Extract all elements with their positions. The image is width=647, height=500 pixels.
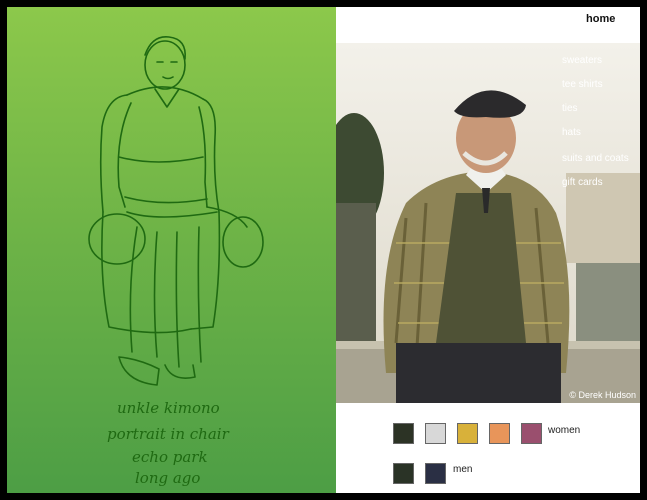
nav-ties-link[interactable]: ties xyxy=(562,103,578,114)
women-swatch-4[interactable] xyxy=(489,423,510,444)
caption-line-3: echo park xyxy=(132,448,208,466)
caption-line-4: long ago xyxy=(135,469,200,487)
women-swatch-3[interactable] xyxy=(457,423,478,444)
model-photo xyxy=(336,43,640,403)
women-swatch-2[interactable] xyxy=(425,423,446,444)
nav-gift-cards-link[interactable]: gift cards xyxy=(562,177,603,188)
women-swatch-1[interactable] xyxy=(393,423,414,444)
women-swatch-5[interactable] xyxy=(521,423,542,444)
nav-shop-link[interactable]: shop xyxy=(562,29,588,41)
caption-line-1: unkle kimono xyxy=(117,399,220,417)
women-label[interactable]: women xyxy=(548,425,580,436)
caption-line-2: portrait in chair xyxy=(107,425,230,443)
nav-tee-shirts-link[interactable]: tee shirts xyxy=(562,79,603,90)
photo-credit: © Derek Hudson xyxy=(569,390,636,400)
men-label[interactable]: men xyxy=(453,464,472,475)
nav-home-link[interactable]: home xyxy=(586,13,615,25)
sketch-panel: unkle kimono portrait in chair echo park… xyxy=(7,7,336,493)
chair-portrait-sketch: unkle kimono portrait in chair echo park… xyxy=(88,36,264,487)
men-swatch-1[interactable] xyxy=(393,463,414,484)
nav-hats-link[interactable]: hats xyxy=(562,127,581,138)
shop-panel: home shop sweaters tee shirts ties hats … xyxy=(336,7,640,493)
men-swatch-2[interactable] xyxy=(425,463,446,484)
nav-suits-coats-link[interactable]: suits and coats xyxy=(562,153,629,164)
page-frame: unkle kimono portrait in chair echo park… xyxy=(7,7,640,493)
nav-sweaters-link[interactable]: sweaters xyxy=(562,55,602,66)
